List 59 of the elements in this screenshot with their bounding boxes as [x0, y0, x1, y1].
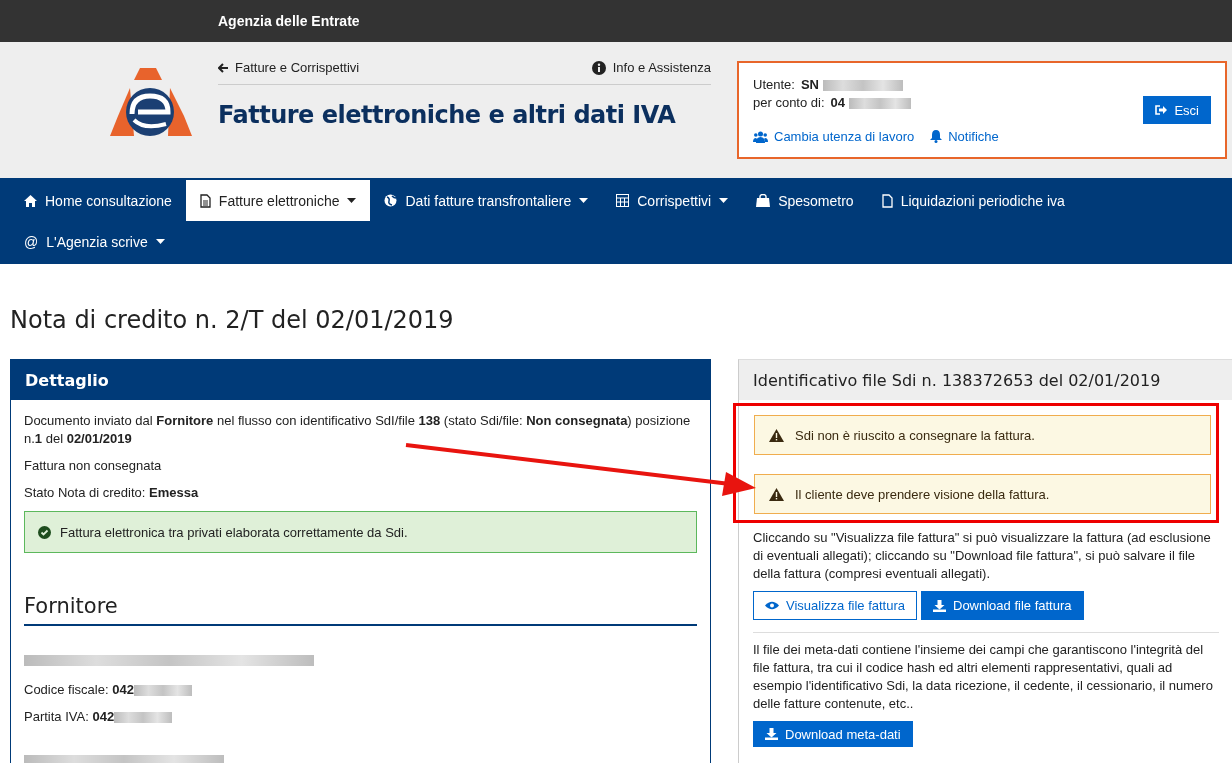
field-label: Partita IVA:	[24, 709, 89, 724]
user-label: Utente:	[753, 76, 795, 94]
file-description: Cliccando su "Visualizza file fattura" si può visualizzare la fattura (ad esclusione di eventuali allegati); cliccando su "Download file fattura", si può salvare il file della fattura (compresi eventuali allegati).	[753, 529, 1212, 583]
success-message: Fattura elettronica tra privati elaborata correttamente da Sdi.	[60, 524, 408, 540]
redacted-text	[849, 97, 911, 109]
download-file-button[interactable]: Download file fattura	[921, 591, 1084, 620]
site-title: Agenzia delle Entrate	[218, 13, 360, 29]
page-title: Nota di credito n. 2/T del 02/01/2019	[10, 306, 455, 336]
metadata-description: Il file dei meta-dati contiene l'insieme dei campi che garantiscono l'integrità del file fattura, tra cui il codice hash ed altri elementi rappresentativi, quali ad esempio l'identificativo Sdi, la data ricezione, il cedente, il cessionario, il numero delle fatture contenute, etc..	[753, 641, 1214, 713]
redacted-text	[133, 685, 192, 697]
nav-item[interactable]: Corrispettivi	[602, 180, 743, 221]
nav-item[interactable]: Home consultazione	[10, 180, 186, 221]
logout-button[interactable]: Esci	[1143, 96, 1211, 124]
info-link[interactable]: Info e Assistenza	[591, 60, 711, 75]
nav-item[interactable]: Spesometro	[742, 180, 868, 221]
back-link[interactable]: Fatture e Corrispettivi	[218, 60, 360, 75]
warning-message: Sdi non è riuscito a consegnare la fattura.	[795, 427, 1035, 443]
nav-item[interactable]: Dati fatture transfrontaliere	[370, 180, 603, 221]
warning-icon	[769, 487, 784, 501]
bag-icon	[756, 194, 771, 207]
calculator-icon	[616, 194, 630, 207]
warning-message: Il cliente deve prendere visione della fattura.	[795, 486, 1050, 502]
globe-icon	[384, 194, 398, 207]
eye-icon	[765, 601, 779, 610]
user-value: SN	[800, 76, 819, 94]
download-icon	[933, 599, 946, 612]
agency-logo-icon	[110, 66, 192, 138]
check-circle-icon	[38, 525, 51, 539]
panel-title: Dettaglio	[25, 370, 109, 390]
field-value: 042	[112, 682, 134, 697]
detail-text: Documento inviato dal Fornitore nel flusso con identificativo SdI/file 138 (stato Sdi/file: Non consegnata) posizione n.1 del 02/01/2019	[24, 412, 692, 448]
detail-text: Fattura non consegnata	[24, 457, 163, 475]
info-icon	[591, 60, 606, 75]
detail-text: Stato Nota di credito: Emessa	[24, 484, 200, 502]
nav-item[interactable]: @ L'Agenzia scrive	[10, 221, 179, 262]
on-behalf-value: 04	[830, 94, 845, 112]
home-icon	[24, 194, 37, 207]
app-title: Fatture elettroniche e altri dati IVA	[218, 101, 677, 129]
nav-item[interactable]: Liquidazioni periodiche iva	[867, 180, 1079, 221]
download-icon	[765, 728, 778, 740]
section-title: Fornitore	[24, 594, 697, 626]
user-link[interactable]: Notifiche	[930, 129, 999, 144]
panel-title: Identificativo file Sdi n. 138372653 del 02/01/2019	[753, 370, 1161, 390]
file-icon	[881, 193, 893, 208]
warning-icon	[769, 428, 784, 442]
users-icon	[753, 130, 768, 143]
at-symbol: @	[24, 233, 39, 250]
sign-out-icon	[1155, 105, 1168, 115]
download-metadata-button[interactable]: Download meta-dati	[753, 721, 913, 747]
nav-item[interactable]: Fatture elettroniche	[185, 180, 371, 221]
back-arrow-icon	[218, 62, 228, 73]
on-behalf-label: per conto di:	[753, 94, 825, 112]
document-icon	[199, 193, 211, 208]
field-value: 042	[92, 709, 115, 724]
view-file-button[interactable]: Visualizza file fattura	[753, 591, 917, 620]
field-label: Codice fiscale:	[24, 682, 109, 697]
redacted-text	[114, 712, 173, 724]
user-link[interactable]: Cambia utenza di lavoro	[753, 129, 915, 144]
bell-icon	[930, 130, 943, 143]
